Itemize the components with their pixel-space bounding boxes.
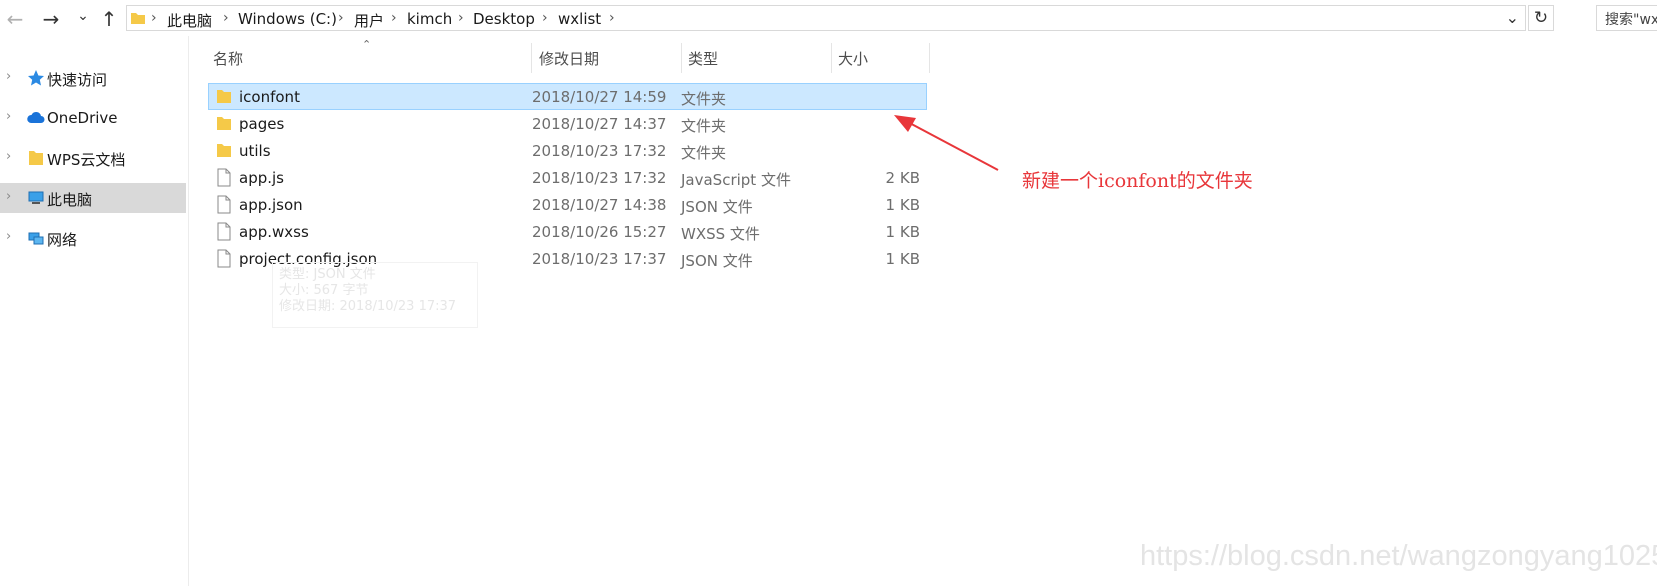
- sidebar-item-label: WPS云文档: [47, 151, 126, 169]
- chevron-right-icon[interactable]: ›: [6, 229, 11, 244]
- computer-icon: [28, 191, 44, 204]
- up-button[interactable]: ↑: [98, 8, 120, 30]
- breadcrumb-this-pc[interactable]: 此电脑: [167, 10, 212, 31]
- sidebar-item-label: 快速访问: [47, 71, 108, 89]
- breadcrumb-separator[interactable]: ›: [542, 10, 548, 26]
- file-date: 2018/10/23 17:37: [532, 250, 667, 268]
- file-icon: [217, 168, 231, 187]
- star-icon: [28, 70, 44, 86]
- search-input[interactable]: 搜索"wx: [1596, 5, 1657, 31]
- file-size: 1 KB: [885, 223, 920, 241]
- sidebar-item-wps-cloud[interactable]: › WPS云文档: [0, 143, 186, 173]
- file-name: app.wxss: [239, 223, 309, 241]
- file-name: app.json: [239, 196, 303, 214]
- breadcrumb-users[interactable]: 用户: [354, 10, 384, 31]
- sidebar-item-network[interactable]: › 网络: [0, 223, 186, 253]
- file-type: 文件夹: [681, 117, 727, 135]
- column-divider[interactable]: [681, 43, 682, 73]
- annotation-arrow-icon: [894, 115, 999, 171]
- folder-icon: [29, 151, 43, 165]
- sidebar-item-this-pc[interactable]: › 此电脑: [0, 183, 186, 213]
- folder-icon: [217, 117, 231, 130]
- chevron-right-icon[interactable]: ›: [6, 69, 11, 84]
- column-header-type[interactable]: 类型: [688, 48, 718, 69]
- forward-button[interactable]: →: [40, 8, 62, 30]
- back-button[interactable]: ←: [4, 8, 26, 30]
- file-name: iconfont: [239, 88, 300, 106]
- breadcrumb-separator[interactable]: ›: [458, 10, 464, 26]
- breadcrumb-separator[interactable]: ›: [223, 10, 229, 26]
- annotation-text: 新建一个iconfont的文件夹: [1022, 170, 1253, 192]
- file-name: pages: [239, 115, 285, 133]
- sidebar-item-onedrive[interactable]: › OneDrive: [0, 103, 186, 133]
- file-date: 2018/10/27 14:37: [532, 115, 667, 133]
- breadcrumb-separator[interactable]: ›: [391, 10, 397, 26]
- navigation-pane: › 快速访问 › OneDrive › WPS云文档 › 此电脑 › 网络: [0, 36, 189, 586]
- breadcrumb-desktop[interactable]: Desktop: [473, 10, 535, 28]
- file-type: 文件夹: [681, 144, 727, 162]
- file-date: 2018/10/27 14:38: [532, 196, 667, 214]
- chevron-right-icon[interactable]: ›: [6, 109, 11, 124]
- column-header-name[interactable]: 名称: [213, 48, 243, 69]
- column-header-size[interactable]: 大小: [838, 48, 868, 69]
- column-divider[interactable]: [831, 43, 832, 73]
- file-type: 文件夹: [681, 90, 727, 108]
- watermark: https://blog.csdn.net/wangzongyang1025_: [1140, 540, 1657, 572]
- file-type: JSON 文件: [681, 198, 753, 216]
- folder-icon: [131, 13, 145, 24]
- address-bar[interactable]: › 此电脑 › Windows (C:) › 用户 › kimch › Desk…: [126, 5, 1526, 31]
- sort-ascending-icon: ⌃: [362, 38, 372, 51]
- column-divider[interactable]: [929, 43, 930, 73]
- breadcrumb-windows-c[interactable]: Windows (C:): [238, 10, 337, 28]
- file-date: 2018/10/26 15:27: [532, 223, 667, 241]
- file-row-iconfont[interactable]: iconfont 2018/10/27 14:59 文件夹: [208, 83, 927, 110]
- breadcrumb-separator[interactable]: ›: [151, 10, 157, 26]
- network-icon: [28, 232, 44, 245]
- folder-icon: [217, 144, 231, 157]
- breadcrumb-wxlist[interactable]: wxlist: [558, 10, 601, 28]
- file-row-app-wxss[interactable]: app.wxss 2018/10/26 15:27 WXSS 文件 1 KB: [209, 219, 926, 244]
- file-row-utils[interactable]: utils 2018/10/23 17:32 文件夹: [209, 138, 926, 163]
- refresh-button[interactable]: ↻: [1528, 5, 1554, 31]
- sidebar-item-label: OneDrive: [47, 109, 118, 127]
- file-size: 1 KB: [885, 250, 920, 268]
- sidebar-item-label: 此电脑: [47, 191, 93, 209]
- chevron-right-icon[interactable]: ›: [6, 149, 11, 164]
- file-date: 2018/10/27 14:59: [532, 88, 667, 106]
- file-icon: [217, 222, 231, 241]
- breadcrumb-separator[interactable]: ›: [609, 10, 615, 26]
- sidebar-item-label: 网络: [47, 231, 78, 249]
- tooltip-line: 类型: JSON 文件: [279, 267, 376, 282]
- file-type: WXSS 文件: [681, 225, 760, 243]
- cloud-icon: [27, 111, 45, 123]
- file-name: app.js: [239, 169, 284, 187]
- recent-locations-button[interactable]: ⌄: [72, 5, 94, 27]
- file-date: 2018/10/23 17:32: [532, 142, 667, 160]
- sidebar-item-quick-access[interactable]: › 快速访问: [0, 63, 186, 93]
- file-row-pages[interactable]: pages 2018/10/27 14:37 文件夹: [209, 111, 926, 136]
- file-icon: [217, 195, 231, 214]
- breadcrumb-kimch[interactable]: kimch: [407, 10, 452, 28]
- folder-icon: [217, 90, 231, 103]
- column-header-date[interactable]: 修改日期: [539, 48, 599, 69]
- file-type: JavaScript 文件: [681, 171, 791, 189]
- file-icon: [217, 249, 231, 268]
- chevron-right-icon[interactable]: ›: [6, 189, 11, 204]
- column-divider[interactable]: [531, 43, 532, 73]
- file-tooltip: 类型: JSON 文件 大小: 567 字节 修改日期: 2018/10/23 …: [272, 262, 478, 328]
- file-row-app-json[interactable]: app.json 2018/10/27 14:38 JSON 文件 1 KB: [209, 192, 926, 217]
- file-name: utils: [239, 142, 271, 160]
- tooltip-line: 大小: 567 字节: [279, 283, 369, 298]
- file-row-app-js[interactable]: app.js 2018/10/23 17:32 JavaScript 文件 2 …: [209, 165, 926, 190]
- breadcrumb-separator[interactable]: ›: [338, 10, 344, 26]
- chevron-down-icon[interactable]: ⌄: [1506, 8, 1519, 27]
- tooltip-line: 修改日期: 2018/10/23 17:37: [279, 299, 457, 314]
- file-type: JSON 文件: [681, 252, 753, 270]
- file-date: 2018/10/23 17:32: [532, 169, 667, 187]
- file-size: 1 KB: [885, 196, 920, 214]
